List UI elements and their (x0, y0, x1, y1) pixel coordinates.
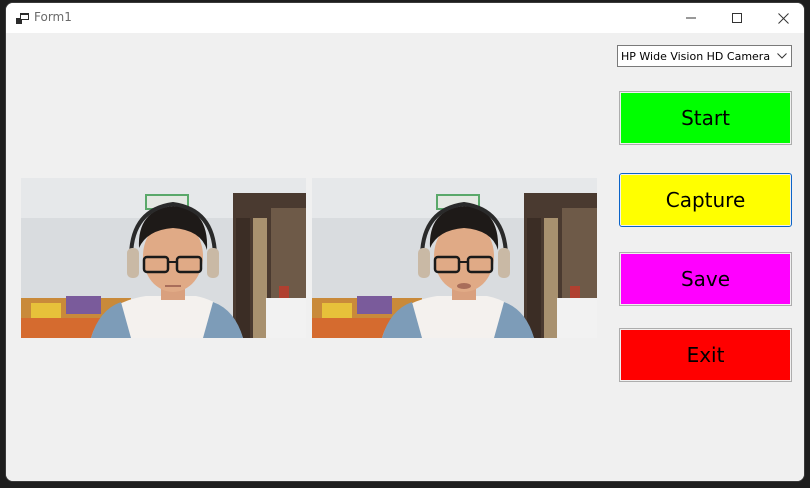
capture-button[interactable]: Capture (619, 173, 792, 227)
webcam-captured-image (312, 178, 597, 338)
minimize-icon (686, 17, 696, 19)
form-icon (16, 11, 29, 24)
minimize-button[interactable] (668, 3, 714, 33)
close-button[interactable] (760, 3, 804, 33)
camera-select[interactable]: HP Wide Vision HD Camera (617, 45, 792, 67)
exit-button-label: Exit (686, 343, 725, 367)
save-button-label: Save (680, 267, 731, 291)
chevron-down-icon[interactable] (773, 46, 791, 66)
window-title: Form1 (34, 10, 72, 24)
capture-button-label: Capture (665, 188, 746, 212)
form-client-area: HP Wide Vision HD Camera Start Capture S… (6, 33, 804, 481)
form-window: Form1 HP Wide Vision HD Camera Start Cap… (5, 2, 805, 482)
start-button-label: Start (681, 106, 730, 130)
maximize-icon (732, 13, 742, 23)
camera-select-value: HP Wide Vision HD Camera (621, 49, 771, 63)
maximize-button[interactable] (714, 3, 760, 33)
start-button[interactable]: Start (619, 91, 792, 145)
exit-button[interactable]: Exit (619, 328, 792, 382)
title-bar[interactable]: Form1 (6, 3, 804, 33)
save-button[interactable]: Save (619, 252, 792, 306)
close-icon (777, 12, 789, 24)
webcam-live-image (21, 178, 306, 338)
